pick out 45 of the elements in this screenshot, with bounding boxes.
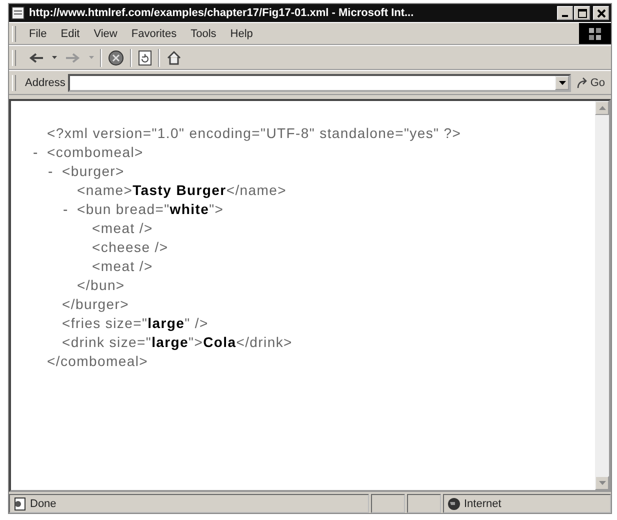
address-field[interactable] (68, 74, 572, 92)
collapse-toggle[interactable]: - (48, 162, 54, 178)
menu-item[interactable]: Favorites (124, 28, 184, 40)
close-icon (596, 8, 606, 18)
menu-item[interactable]: Edit (54, 28, 87, 40)
xml-line: </burger> (62, 296, 130, 312)
menu-item[interactable]: Help (223, 28, 260, 40)
menu-item[interactable]: View (86, 28, 124, 40)
minimize-button[interactable] (557, 6, 573, 20)
zone-text: Internet (464, 498, 502, 510)
collapse-toggle[interactable]: - (33, 144, 38, 160)
xml-line: <meat /> (92, 258, 153, 274)
status-pane (371, 494, 405, 513)
globe-icon (447, 496, 461, 510)
menu-item[interactable]: Tools (184, 28, 224, 40)
go-button[interactable]: Go (574, 76, 607, 88)
xml-line: </bun> (77, 276, 125, 292)
xml-line: <combomeal> (47, 144, 144, 160)
status-pane (407, 494, 441, 513)
xml-line: <meat /> (92, 220, 153, 236)
xml-line: <drink size="large">Cola</drink> (62, 334, 292, 350)
page-icon (11, 6, 25, 20)
xml-line: <name>Tasty Burger</name> (77, 182, 286, 198)
xml-line: </combomeal> (47, 352, 148, 368)
xml-line: <?xml version="1.0" encoding="UTF-8" standalone="yes" ?> (47, 124, 462, 140)
xml-line: <burger> (62, 162, 124, 178)
menu-item[interactable]: File (22, 28, 54, 40)
window-title: http://www.htmlref.com/examples/chapter17/Fig17-01.xml - Microsoft Int... (29, 7, 415, 19)
maximize-button[interactable] (574, 6, 590, 20)
xml-line: <fries size="large" /> (62, 314, 208, 330)
windows-logo-icon (588, 26, 602, 40)
address-label: Address (25, 76, 66, 88)
maximize-icon (578, 8, 586, 18)
back-dropdown[interactable] (50, 56, 59, 59)
refresh-button[interactable] (136, 50, 154, 66)
xml-line: <bun bread="white"> (77, 200, 224, 216)
curved-arrow-icon (576, 76, 588, 88)
collapse-toggle[interactable]: - (63, 200, 68, 216)
status-text: Done (30, 498, 56, 510)
vertical-scrollbar[interactable] (595, 101, 609, 490)
minimize-icon (562, 15, 568, 17)
close-button[interactable] (593, 6, 609, 20)
stop-button[interactable] (106, 50, 126, 66)
page-icon (13, 496, 27, 510)
xml-line: <cheese /> (92, 238, 168, 254)
